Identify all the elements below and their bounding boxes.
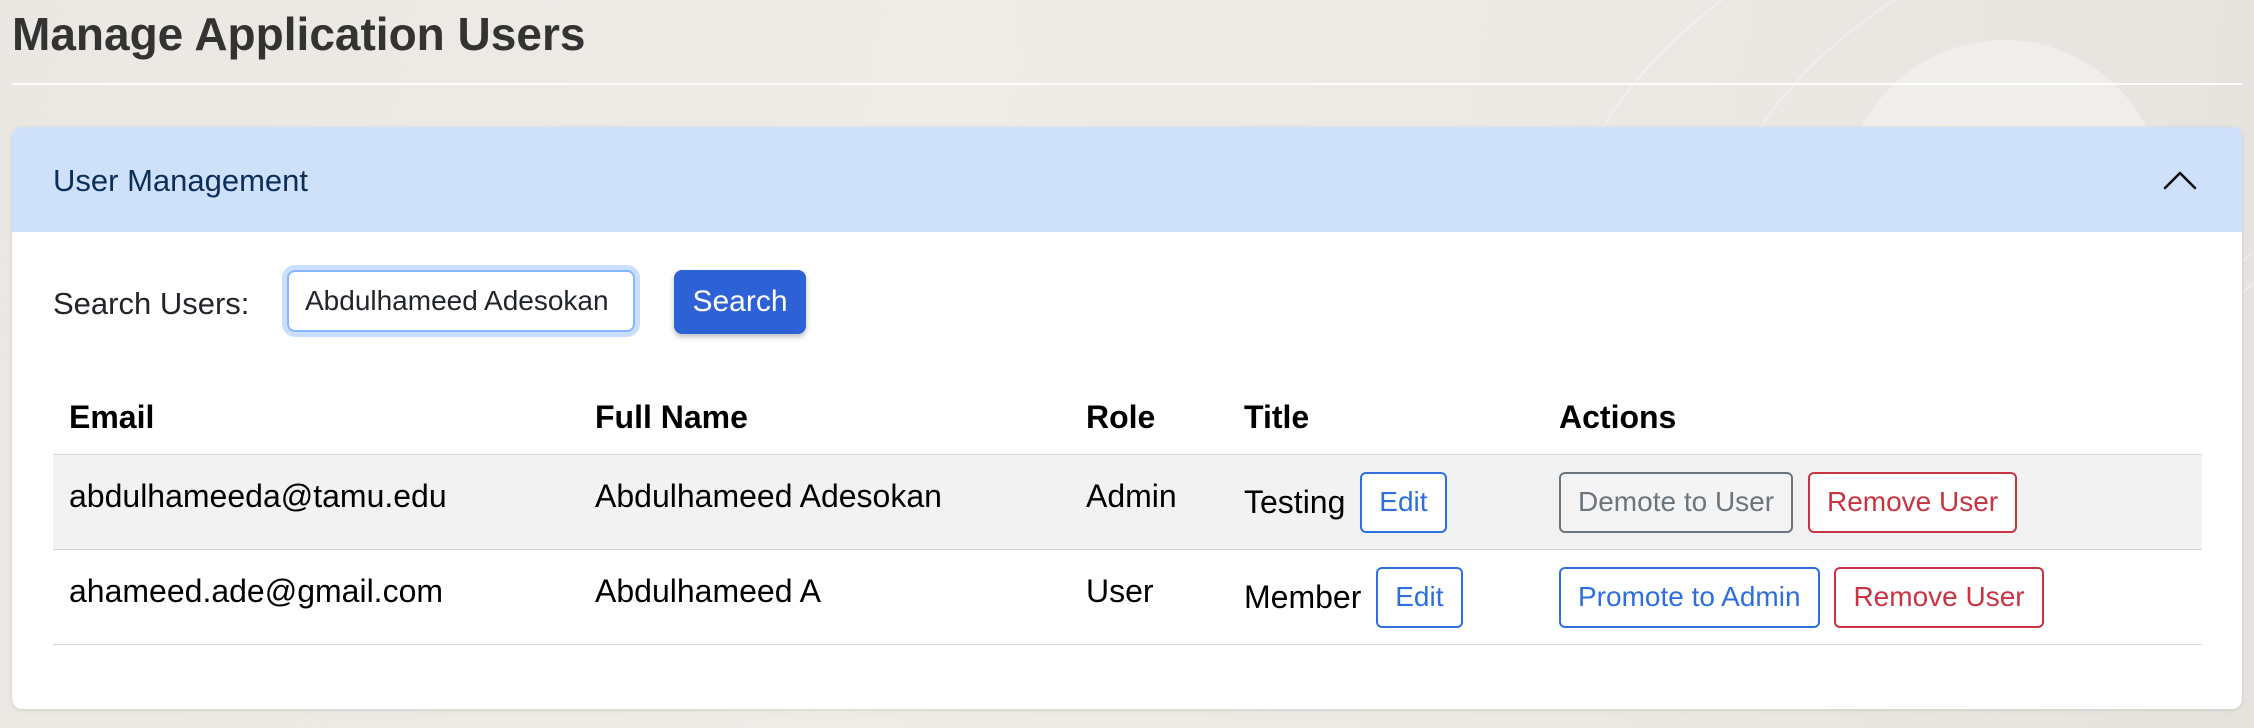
user-management-panel: User Management Search Users: Search Ema… xyxy=(12,127,2242,709)
promote-to-admin-button[interactable]: Promote to Admin xyxy=(1559,566,1820,628)
user-title-cell: Testing Edit xyxy=(1228,454,1543,550)
column-header-actions: Actions xyxy=(1543,381,2202,455)
title-divider xyxy=(12,83,2242,85)
user-email: abdulhameeda@tamu.edu xyxy=(53,454,579,550)
panel-title: User Management xyxy=(53,163,309,198)
user-actions-cell: Demote to User Remove User xyxy=(1543,454,2202,550)
user-email: ahameed.ade@gmail.com xyxy=(53,549,579,645)
search-input[interactable] xyxy=(287,270,635,332)
users-table: Email Full Name Role Title Actions abdul… xyxy=(53,381,2202,645)
remove-user-button[interactable]: Remove User xyxy=(1834,566,2044,628)
search-label: Search Users: xyxy=(53,286,250,321)
demote-to-user-button[interactable]: Demote to User xyxy=(1559,471,1794,533)
remove-user-button[interactable]: Remove User xyxy=(1807,471,2018,533)
table-row: ahameed.ade@gmail.com Abdulhameed A User… xyxy=(53,549,2202,645)
panel-header-toggle[interactable]: User Management xyxy=(12,127,2242,232)
user-title: Member xyxy=(1244,578,1362,615)
table-row: abdulhameeda@tamu.edu Abdulhameed Adesok… xyxy=(53,454,2202,550)
user-actions-cell: Promote to Admin Remove User xyxy=(1543,549,2202,645)
column-header-title: Title xyxy=(1228,381,1543,455)
column-header-role: Role xyxy=(1070,381,1228,455)
user-role: Admin xyxy=(1070,454,1228,550)
page-title: Manage Application Users xyxy=(12,8,586,60)
edit-title-button[interactable]: Edit xyxy=(1360,471,1447,533)
user-full-name: Abdulhameed Adesokan xyxy=(579,454,1070,550)
user-role: User xyxy=(1070,549,1228,645)
search-button[interactable]: Search xyxy=(674,270,806,334)
table-header-row: Email Full Name Role Title Actions xyxy=(53,381,2202,455)
chevron-up-icon[interactable] xyxy=(2160,161,2200,201)
edit-title-button[interactable]: Edit xyxy=(1376,566,1463,628)
column-header-full-name: Full Name xyxy=(579,381,1070,455)
user-title: Testing xyxy=(1244,483,1346,520)
user-title-cell: Member Edit xyxy=(1228,549,1543,645)
user-full-name: Abdulhameed A xyxy=(579,549,1070,645)
column-header-email: Email xyxy=(53,381,579,455)
